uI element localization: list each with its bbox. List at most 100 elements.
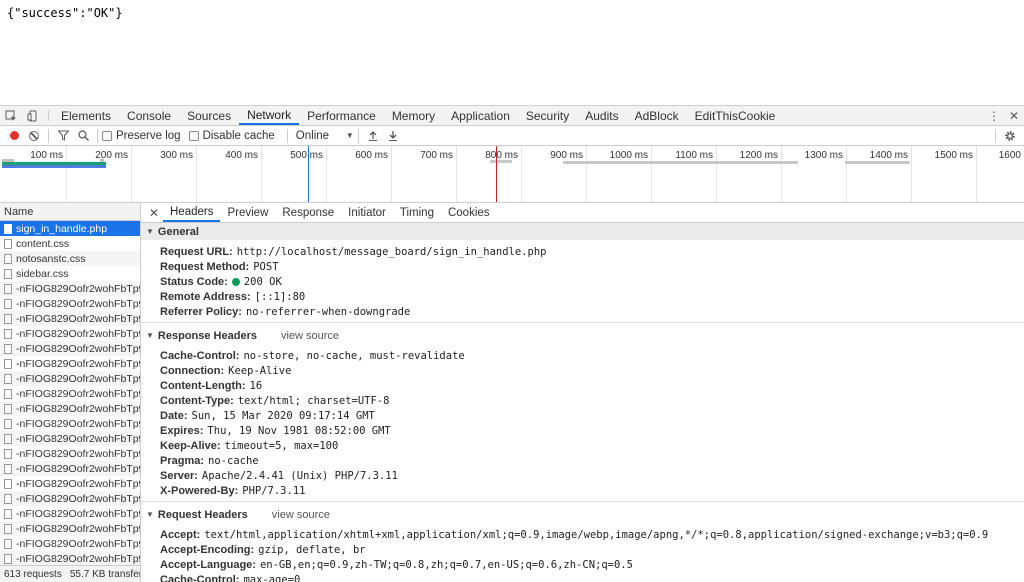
response-view-source-link[interactable]: view source — [281, 330, 339, 342]
header-row: X-Powered-By: PHP/7.3.11 — [141, 483, 1024, 498]
header-name: Accept-Encoding: — [160, 543, 255, 556]
request-name: -nFIOG829Oofr2wohFbTp9i9... — [16, 312, 140, 325]
response-headers-section-header[interactable]: ▼ Response Headers view source — [141, 327, 1024, 344]
disable-cache-checkbox[interactable]: Disable cache — [188, 130, 275, 142]
tab-performance[interactable]: Performance — [299, 106, 384, 125]
header-name: Content-Type: — [160, 394, 234, 407]
more-menu-icon[interactable]: ⋮ — [984, 109, 1004, 123]
list-item[interactable]: -nFIOG829Oofr2wohFbTp9i9... — [0, 296, 140, 311]
request-name: -nFIOG829Oofr2wohFbTp9i9... — [16, 297, 140, 310]
tab-memory[interactable]: Memory — [384, 106, 443, 125]
tab-sources[interactable]: Sources — [179, 106, 239, 125]
list-item[interactable]: -nFIOG829Oofr2wohFbTp9i9... — [0, 506, 140, 521]
header-row: Expires: Thu, 19 Nov 1981 08:52:00 GMT — [141, 423, 1024, 438]
tab-application[interactable]: Application — [443, 106, 518, 125]
inspect-icon[interactable] — [0, 106, 22, 125]
list-item[interactable]: sign_in_handle.php — [0, 221, 140, 236]
request-name: sign_in_handle.php — [16, 222, 108, 235]
list-item[interactable]: -nFIOG829Oofr2wohFbTp9i9... — [0, 356, 140, 371]
section-divider — [141, 322, 1024, 323]
toolbar-divider — [995, 129, 996, 143]
transferred-size: 55.7 KB transferre — [69, 569, 140, 580]
detail-tab-timing[interactable]: Timing — [393, 203, 441, 222]
list-item[interactable]: -nFIOG829Oofr2wohFbTp9i9... — [0, 311, 140, 326]
close-icon[interactable]: ✕ — [1004, 109, 1024, 123]
import-har-icon[interactable] — [363, 126, 383, 146]
list-item[interactable]: notosanstc.css — [0, 251, 140, 266]
close-icon[interactable]: ✕ — [145, 203, 163, 222]
preserve-log-label: Preserve log — [116, 129, 181, 142]
timeline-gridline — [66, 146, 67, 202]
tab-network[interactable]: Network — [239, 106, 300, 125]
device-toolbar-icon[interactable] — [22, 106, 44, 125]
gear-icon[interactable] — [1000, 126, 1020, 146]
list-item[interactable]: -nFIOG829Oofr2wohFbTp9i9... — [0, 341, 140, 356]
list-item[interactable]: -nFIOG829Oofr2wohFbTp9i9... — [0, 476, 140, 491]
header-value: http://localhost/message_board/sign_in_h… — [236, 245, 547, 258]
tab-console[interactable]: Console — [119, 106, 179, 125]
request-list: Name sign_in_handle.php content.css notosa… — [0, 203, 141, 582]
detail-tab-preview[interactable]: Preview — [220, 203, 275, 222]
list-item[interactable]: -nFIOG829Oofr2wohFbTp9i9... — [0, 431, 140, 446]
file-icon — [4, 373, 12, 384]
header-name: Remote Address: — [160, 290, 251, 303]
record-icon[interactable] — [4, 126, 24, 146]
request-name: content.css — [16, 237, 70, 250]
tab-audits[interactable]: Audits — [577, 106, 626, 125]
detail-tab-headers[interactable]: Headers — [163, 203, 221, 222]
list-item[interactable]: -nFIOG829Oofr2wohFbTp9i9... — [0, 551, 140, 566]
file-icon — [4, 523, 12, 534]
filter-icon[interactable] — [53, 126, 73, 146]
detail-tab-cookies[interactable]: Cookies — [441, 203, 497, 222]
toolbar-divider — [357, 128, 359, 143]
detail-tab-response[interactable]: Response — [275, 203, 341, 222]
request-list-header[interactable]: Name — [0, 203, 140, 221]
list-item[interactable]: -nFIOG829Oofr2wohFbTp9i9... — [0, 371, 140, 386]
toolbar-divider — [97, 128, 98, 143]
list-item[interactable]: -nFIOG829Oofr2wohFbTp9i9... — [0, 536, 140, 551]
list-item[interactable]: -nFIOG829Oofr2wohFbTp9i9... — [0, 326, 140, 341]
header-name: Cache-Control: — [160, 349, 240, 362]
header-name: Date: — [160, 409, 188, 422]
export-har-icon[interactable] — [383, 126, 403, 146]
search-icon[interactable] — [73, 126, 93, 146]
header-name: Cache-Control: — [160, 573, 240, 582]
detail-tab-initiator[interactable]: Initiator — [341, 203, 393, 222]
devtools-panel: Elements Console Sources Network Performance… — [0, 105, 1024, 582]
list-item[interactable]: -nFIOG829Oofr2wohFbTp9i9... — [0, 521, 140, 536]
tab-elements[interactable]: Elements — [53, 106, 119, 125]
header-name: Referrer Policy: — [160, 305, 242, 318]
list-item[interactable]: sidebar.css — [0, 266, 140, 281]
list-item[interactable]: -nFIOG829Oofr2wohFbTp9i9... — [0, 461, 140, 476]
preserve-log-box[interactable] — [102, 130, 112, 141]
request-name: -nFIOG829Oofr2wohFbTp9i9... — [16, 402, 140, 415]
throttling-value: Online — [295, 129, 330, 142]
list-item[interactable]: -nFIOG829Oofr2wohFbTp9i9... — [0, 416, 140, 431]
disable-cache-box[interactable] — [188, 130, 199, 141]
throttling-select[interactable]: Online ▼ — [296, 130, 354, 142]
list-item[interactable]: content.css — [0, 236, 140, 251]
tab-editthiscookie[interactable]: EditThisCookie — [687, 106, 784, 125]
list-item[interactable]: -nFIOG829Oofr2wohFbTp9i9... — [0, 281, 140, 296]
request-headers-section-header[interactable]: ▼ Request Headers view source — [141, 506, 1024, 523]
toolbar-right-controls — [991, 126, 1020, 146]
list-item[interactable]: -nFIOG829Oofr2wohFbTp9i9... — [0, 386, 140, 401]
header-row: Accept: text/html,application/xhtml+xml,a… — [141, 527, 1024, 542]
list-item[interactable]: -nFIOG829Oofr2wohFbTp9i9... — [0, 401, 140, 416]
timeline-request-bar — [845, 161, 910, 164]
tab-security[interactable]: Security — [518, 106, 577, 125]
header-value: 16 — [249, 379, 263, 392]
network-toolbar: Preserve log Disable cache Online ▼ — [0, 126, 1024, 146]
general-section-header[interactable]: ▼ General — [141, 223, 1024, 240]
request-name: -nFIOG829Oofr2wohFbTp9i9... — [16, 432, 140, 445]
network-overview-timeline[interactable]: 100 ms 200 ms 300 ms 400 ms 500 ms 600 ms 700 … — [0, 146, 1024, 203]
preserve-log-checkbox[interactable]: Preserve log — [102, 130, 181, 142]
header-row: Remote Address: [::1]:80 — [141, 289, 1024, 304]
clear-icon[interactable] — [24, 126, 44, 146]
list-item[interactable]: -nFIOG829Oofr2wohFbTp9i9... — [0, 491, 140, 506]
tab-adblock[interactable]: AdBlock — [627, 106, 687, 125]
header-value: text/html,application/xhtml+xml,applicat… — [204, 528, 989, 541]
list-item[interactable]: -nFIOG829Oofr2wohFbTp9i9... — [0, 446, 140, 461]
timeline-gridline — [651, 146, 652, 202]
request-view-source-link[interactable]: view source — [272, 509, 330, 521]
